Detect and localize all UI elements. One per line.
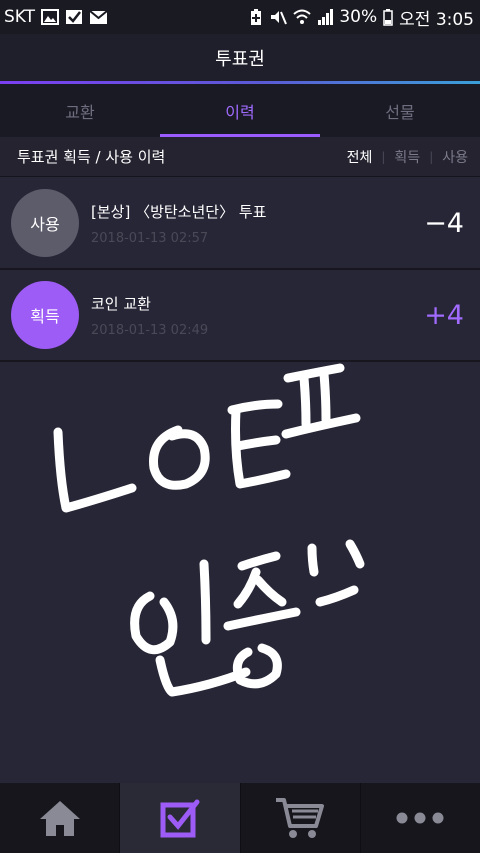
row-info: 코인 교환 2018-01-13 02:49 — [91, 293, 424, 338]
signal-icon — [317, 9, 334, 25]
status-right: 30% 오전 3:05 — [249, 5, 474, 30]
battery-icon — [383, 8, 393, 26]
nav-vote[interactable] — [120, 783, 241, 853]
vote-check-icon — [160, 799, 200, 838]
home-icon — [39, 801, 80, 836]
tab-bar: 교환 이력 선물 — [0, 84, 480, 137]
clock: 오전 3:05 — [399, 9, 474, 30]
cart-icon — [276, 798, 325, 838]
title-bar: 투표권 — [0, 34, 480, 82]
nav-more[interactable] — [361, 783, 480, 853]
mail-icon — [89, 9, 108, 25]
check-notification-icon — [65, 9, 83, 25]
tab-exchange[interactable]: 교환 — [0, 84, 160, 137]
filter-divider: | — [381, 149, 386, 164]
battery-saver-icon — [249, 8, 263, 26]
filter-divider: | — [429, 149, 434, 164]
mute-icon — [269, 8, 288, 26]
nav-shop[interactable] — [241, 783, 361, 853]
row-date: 2018-01-13 02:49 — [91, 322, 209, 338]
row-info: [본상] 〈방탄소년단〉 투표 2018-01-13 02:57 — [91, 201, 424, 246]
page-title: 투표권 — [215, 49, 265, 70]
tab-history[interactable]: 이력 — [160, 84, 320, 137]
filter-group: 전체 | 획득 | 사용 — [347, 147, 468, 167]
row-date: 2018-01-13 02:57 — [91, 230, 209, 246]
row-amount: −4 — [424, 207, 464, 239]
nav-home[interactable] — [0, 783, 121, 853]
bottom-nav — [0, 783, 480, 853]
tab-gift[interactable]: 선물 — [320, 84, 480, 137]
handwritten-scribble — [53, 363, 365, 697]
row-title: 코인 교환 — [91, 294, 151, 313]
filter-earned[interactable]: 획득 — [394, 147, 420, 167]
status-bar: SKT 30% 오전 3:05 — [0, 0, 480, 34]
more-icon — [396, 812, 444, 824]
battery-percent: 30% — [339, 7, 378, 27]
section-title: 투표권 획득 / 사용 이력 — [17, 148, 166, 166]
row-amount: +4 — [424, 299, 464, 331]
section-header: 투표권 획득 / 사용 이력 전체 | 획득 | 사용 — [0, 137, 480, 177]
row-title: [본상] 〈방탄소년단〉 투표 — [91, 202, 267, 221]
carrier-label: SKT — [4, 7, 36, 27]
used-badge: 사용 — [11, 189, 79, 257]
wifi-icon — [293, 9, 312, 25]
filter-all[interactable]: 전체 — [347, 147, 373, 167]
filter-used[interactable]: 사용 — [442, 147, 468, 167]
history-list: 사용 [본상] 〈방탄소년단〉 투표 2018-01-13 02:57 −4 획… — [0, 178, 480, 362]
earned-badge: 획득 — [11, 281, 79, 349]
status-left: SKT — [4, 7, 108, 27]
gallery-icon — [41, 9, 60, 25]
history-row[interactable]: 사용 [본상] 〈방탄소년단〉 투표 2018-01-13 02:57 −4 — [0, 178, 480, 270]
